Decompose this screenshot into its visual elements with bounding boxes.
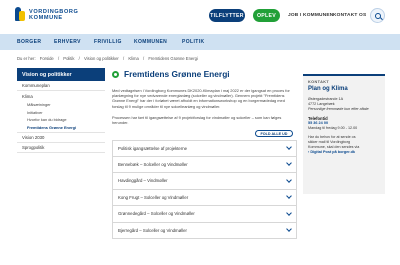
leaf-icon [112, 70, 119, 78]
breadcrumb-vision[interactable]: Vision og politikker [84, 56, 119, 61]
nav-item-politik[interactable]: POLITIK [182, 39, 205, 45]
oplev-button[interactable]: OPLEV [253, 9, 280, 22]
breadcrumb-prefix: Du er her: [17, 56, 36, 61]
accordion-item[interactable]: Havdinggård – Vindmøller [112, 173, 297, 190]
nav-item-erhverv[interactable]: ERHVERV [54, 39, 81, 45]
logo-icon [14, 5, 26, 25]
accordion-item[interactable]: Bjerregård – Solceller og Vindmøller [112, 222, 297, 240]
nav-item-borger[interactable]: BORGER [17, 39, 41, 45]
sidebar-subitem-initiativer[interactable]: Initiativer [17, 109, 105, 117]
accordion-item[interactable]: Politisk igangsættelse af projekterne [112, 140, 297, 157]
chevron-down-icon [286, 177, 292, 183]
main-nav: BORGER ERHVERV FRIVILLIG KOMMUNEN POLITI… [0, 34, 400, 50]
sidebar-subitem-bidrage[interactable]: Hvorfor kan du bidrage [17, 116, 105, 124]
process-paragraph: Processen har ført til igangsættelse af … [112, 114, 282, 126]
sidebar-heading[interactable]: Vision og politikker [17, 68, 105, 81]
sidebar: Vision og politikker Kommuneplan Klima M… [17, 68, 105, 153]
main-content: Fremtidens Grønne Energi Med vedtagelsen… [112, 66, 297, 240]
contact-address-note: Personlige fremmøde kun efter aftale [308, 107, 369, 111]
accordion-list: Politisk igangsættelse af projekterne Be… [112, 140, 297, 240]
breadcrumb: Du er her: Forside / Politik / Vision og… [17, 56, 198, 61]
contact-title: Plan og Klima [308, 86, 348, 92]
sidebar-item-sprogpolitik[interactable]: Sprogpolitik [17, 143, 105, 153]
accordion-item[interactable]: Grønnedegård – Solceller og Vindmøller [112, 206, 297, 223]
contact-box: KONTAKT Plan og Klima Østergadestrande 1… [303, 74, 385, 194]
sidebar-item-klima[interactable]: Klima [17, 91, 105, 101]
digital-post-link[interactable]: › Digital Post på borger.dk [308, 150, 380, 155]
breadcrumb-forside[interactable]: Forside [40, 56, 54, 61]
sidebar-item-kommuneplan[interactable]: Kommuneplan [17, 81, 105, 91]
logo-line-2: KOMMUNE [29, 15, 63, 21]
chevron-down-icon [286, 226, 292, 233]
kontakt-link[interactable]: KONTAKT OS [333, 13, 366, 18]
contact-label: KONTAKT [308, 80, 330, 84]
fold-all-button[interactable]: FOLD ALLE UD [255, 130, 293, 138]
nav-item-kommunen[interactable]: KOMMUNEN [134, 39, 167, 45]
page-title: Fremtidens Grønne Energi [124, 69, 230, 79]
chevron-down-icon [286, 144, 292, 151]
breadcrumb-current: Fremtidens Grønne Energi [148, 56, 198, 61]
nav-item-frivillig[interactable]: FRIVILLIG [94, 39, 122, 45]
sidebar-item-vision-2030[interactable]: Vision 2030 [17, 133, 105, 143]
accordion-item[interactable]: Bennebæk – Solceller og Vindmøller [112, 156, 297, 174]
job-link[interactable]: JOB I KOMMUNEN [288, 13, 333, 18]
chevron-down-icon [286, 160, 292, 167]
chevron-down-icon [286, 193, 292, 200]
accordion-item[interactable]: Kong Frugt – Solceller og Vindmøller [112, 189, 297, 207]
vordingborg-logo[interactable]: VORDINGBORG KOMMUNE [14, 5, 79, 25]
sidebar-subitem-malsaetninger[interactable]: Målsætninger [17, 101, 105, 109]
tilflytter-button[interactable]: TILFLYTTER [209, 9, 245, 22]
sidebar-subitem-groenne-energi[interactable]: Fremtidens Grønne Energi [17, 124, 105, 133]
intro-paragraph: Med vedtagelsen i Vordingborg Kommunes D… [112, 88, 290, 109]
chevron-down-icon [286, 210, 292, 216]
breadcrumb-politik[interactable]: Politik [63, 56, 74, 61]
search-icon[interactable] [370, 8, 385, 23]
top-header: VORDINGBORG KOMMUNE TILFLYTTER OPLEV JOB… [0, 0, 400, 34]
breadcrumb-klima[interactable]: Klima [128, 56, 138, 61]
